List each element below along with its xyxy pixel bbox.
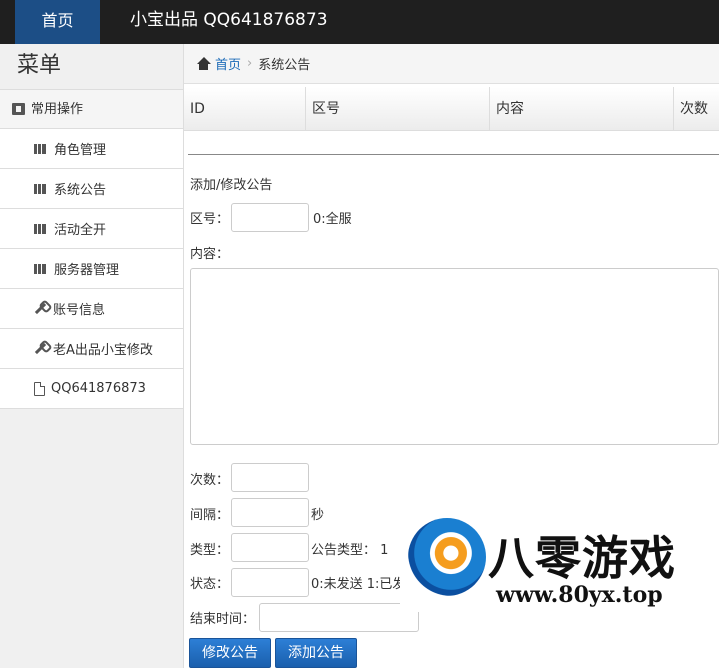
books-icon (34, 143, 48, 154)
top-navbar: 首页 小宝出品 QQ641876873 (0, 0, 719, 44)
zone-label: 区号： (190, 212, 230, 227)
type-input[interactable] (231, 533, 309, 562)
sidebar: 菜单 常用操作 角色管理 系统公告 活动全开 服务器管理 账号信息 老A出品小宝… (0, 44, 184, 668)
add-announcement-button[interactable]: 添加公告 (275, 638, 357, 668)
sidebar-item-servers[interactable]: 服务器管理 (0, 249, 183, 289)
breadcrumb-home-link[interactable]: 首页 (215, 54, 241, 73)
sidebar-item-label: 角色管理 (54, 143, 107, 158)
sidebar-item-label: 账号信息 (53, 303, 106, 318)
content-textarea[interactable] (190, 268, 719, 445)
column-header-id[interactable]: ID (184, 87, 306, 131)
sidebar-item-events[interactable]: 活动全开 (0, 209, 183, 249)
end-time-input[interactable] (259, 603, 419, 632)
swirl-logo-icon (408, 518, 486, 596)
group-icon (12, 103, 25, 115)
home-icon (196, 57, 211, 70)
sidebar-item-announcements[interactable]: 系统公告 (0, 169, 183, 209)
type-hint: 公告类型： 1 (311, 543, 389, 558)
type-label: 类型： (190, 543, 230, 558)
zone-hint: 0:全服 (313, 212, 352, 227)
sidebar-item-label: 系统公告 (54, 183, 107, 198)
count-label: 次数： (190, 473, 230, 488)
table-header: ID 区号 内容 次数 (184, 87, 719, 131)
books-icon (34, 223, 48, 234)
menu-title: 菜单 (0, 44, 183, 90)
interval-input[interactable] (231, 498, 309, 527)
breadcrumb: 首页 › 系统公告 (184, 44, 719, 84)
zone-input[interactable] (231, 203, 309, 232)
books-icon (34, 183, 48, 194)
sidebar-item-qq[interactable]: QQ641876873 (0, 369, 183, 409)
end-time-label: 结束时间： (190, 612, 256, 627)
column-header-count[interactable]: 次数 (674, 87, 719, 131)
sidebar-item-roles[interactable]: 角色管理 (0, 129, 183, 169)
books-icon (34, 263, 48, 274)
modify-announcement-button[interactable]: 修改公告 (189, 638, 271, 668)
sidebar-item-label: 活动全开 (54, 223, 107, 238)
sidebar-item-mod[interactable]: 老A出品小宝修改 (0, 329, 183, 369)
nav-home-tab[interactable]: 首页 (15, 0, 100, 44)
breadcrumb-separator: › (247, 56, 253, 71)
sidebar-item-label: 老A出品小宝修改 (53, 343, 153, 358)
watermark-url: www.80yx.top (496, 582, 663, 608)
watermark-logo: 八零游戏 www.80yx.top (400, 512, 719, 612)
content-label: 内容： (190, 247, 230, 262)
sidebar-group-common[interactable]: 常用操作 (0, 90, 183, 129)
sidebar-item-account[interactable]: 账号信息 (0, 289, 183, 329)
status-input[interactable] (231, 568, 309, 597)
divider (188, 154, 719, 155)
form-title: 添加/修改公告 (190, 178, 273, 193)
brand-title: 小宝出品 QQ641876873 (130, 10, 328, 30)
interval-label: 间隔： (190, 508, 230, 523)
column-header-zone[interactable]: 区号 (306, 87, 490, 131)
column-header-content[interactable]: 内容 (490, 87, 674, 131)
status-label: 状态： (190, 577, 230, 592)
sidebar-group-label: 常用操作 (31, 101, 84, 117)
interval-unit: 秒 (311, 508, 325, 523)
breadcrumb-current: 系统公告 (258, 58, 311, 73)
file-icon (34, 381, 45, 396)
status-hint: 0:未发送 1:已发 (311, 577, 406, 592)
sidebar-item-label: QQ641876873 (51, 381, 146, 396)
wrench-icon (34, 302, 47, 315)
watermark-title: 八零游戏 (488, 531, 676, 585)
sidebar-item-label: 服务器管理 (54, 263, 120, 278)
count-input[interactable] (231, 463, 309, 492)
wrench-icon (34, 342, 47, 355)
